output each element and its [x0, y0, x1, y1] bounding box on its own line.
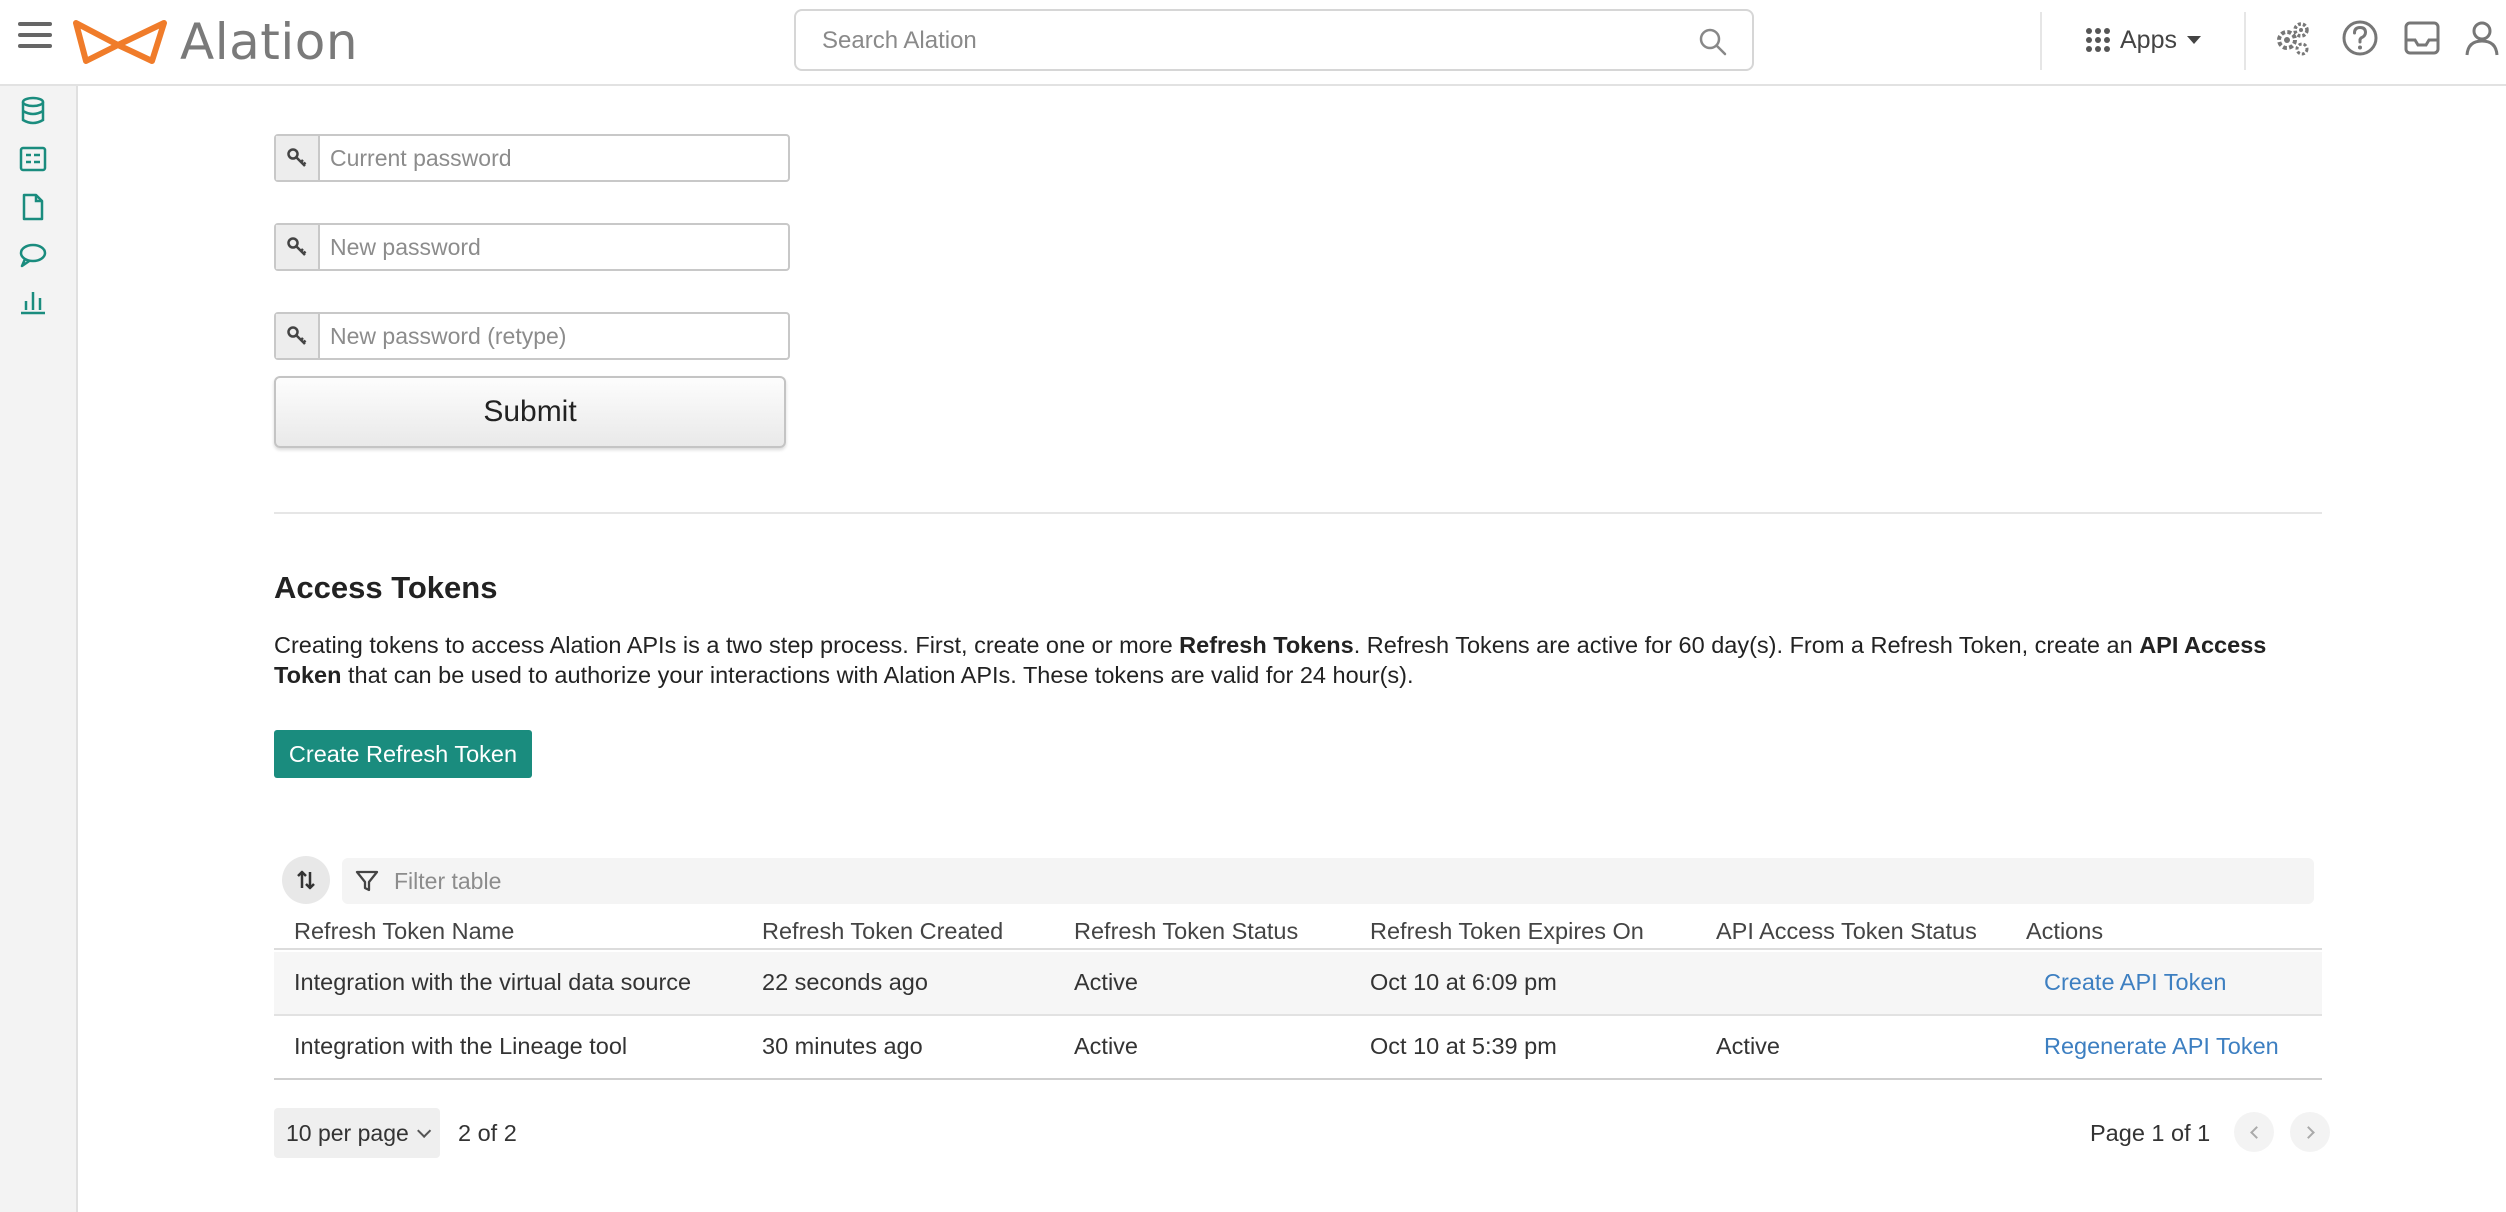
caret-down-icon: [2186, 36, 2201, 44]
catalog-table-icon[interactable]: [18, 144, 48, 174]
sort-icon[interactable]: [282, 856, 330, 904]
filter-funnel-icon: [355, 870, 379, 892]
user-profile-icon[interactable]: [2462, 18, 2502, 58]
logo-text: Alation: [180, 13, 359, 71]
apps-label: Apps: [2120, 25, 2177, 54]
create-refresh-token-button[interactable]: Create Refresh Token: [274, 730, 532, 778]
section-divider: [274, 512, 2322, 514]
column-header-actions: Actions: [2026, 918, 2104, 944]
header-divider: [2040, 12, 2042, 70]
table-row: Integration with the virtual data source…: [274, 952, 2322, 1016]
current-password-field[interactable]: [274, 134, 790, 182]
chevron-left-icon: [2249, 1125, 2263, 1139]
new-password-input[interactable]: [320, 225, 788, 269]
api-token-status: Active: [1716, 1033, 1780, 1059]
column-header-api-status[interactable]: API Access Token Status: [1716, 918, 1977, 945]
access-tokens-title: Access Tokens: [274, 570, 498, 605]
top-bar: Alation Apps: [0, 0, 2506, 86]
column-header-expires[interactable]: Refresh Token Expires On: [1370, 918, 1644, 945]
token-created: 22 seconds ago: [762, 969, 928, 995]
inbox-icon[interactable]: [2402, 18, 2442, 58]
key-icon: [276, 314, 320, 358]
access-tokens-description: Creating tokens to access Alation APIs i…: [274, 632, 2267, 688]
create-api-token-link[interactable]: Create API Token: [2044, 969, 2226, 996]
document-icon[interactable]: [18, 192, 48, 222]
token-name: Integration with the virtual data source: [294, 969, 692, 995]
filter-table-input[interactable]: [394, 866, 2194, 896]
token-status: Active: [1074, 1033, 1138, 1059]
key-icon: [276, 136, 320, 180]
column-header-name[interactable]: Refresh Token Name: [294, 918, 514, 945]
alation-logo-mark-icon: [73, 20, 167, 64]
token-expires: Oct 10 at 6:09 pm: [1370, 969, 1557, 995]
conversation-icon[interactable]: [18, 240, 48, 270]
row-count: 2 of 2: [458, 1120, 517, 1146]
global-search[interactable]: [794, 9, 1754, 71]
chevron-down-icon: [416, 1123, 431, 1138]
submit-button[interactable]: Submit: [274, 376, 786, 448]
retype-password-field[interactable]: [274, 312, 790, 360]
current-password-input[interactable]: [320, 136, 788, 180]
filter-table-box[interactable]: [342, 858, 2314, 904]
next-page-button[interactable]: [2290, 1112, 2330, 1152]
token-expires: Oct 10 at 5:39 pm: [1370, 1033, 1557, 1059]
settings-gears-icon[interactable]: [2272, 18, 2312, 58]
analytics-chart-icon[interactable]: [18, 286, 48, 316]
token-name: Integration with the Lineage tool: [294, 1033, 628, 1059]
retype-password-input[interactable]: [320, 314, 788, 358]
previous-page-button[interactable]: [2234, 1112, 2274, 1152]
page-info: Page 1 of 1: [2090, 1120, 2211, 1146]
per-page-select[interactable]: 10 per page: [274, 1108, 440, 1158]
table-row: Integration with the Lineage tool 30 min…: [274, 1016, 2322, 1080]
apps-menu-button[interactable]: Apps: [2086, 20, 2201, 60]
token-status: Active: [1074, 969, 1138, 995]
help-icon[interactable]: [2340, 18, 2380, 58]
main-content: Submit Access Tokens Creating tokens to …: [78, 86, 2506, 1212]
menu-icon[interactable]: [18, 22, 52, 52]
token-created: 30 minutes ago: [762, 1033, 923, 1059]
alation-logo[interactable]: Alation: [72, 13, 359, 71]
database-icon[interactable]: [18, 96, 48, 126]
column-header-created[interactable]: Refresh Token Created: [762, 918, 1003, 945]
search-input[interactable]: [822, 25, 1682, 57]
column-header-status[interactable]: Refresh Token Status: [1074, 918, 1298, 945]
regenerate-api-token-link[interactable]: Regenerate API Token: [2044, 1033, 2279, 1060]
chevron-right-icon: [2301, 1125, 2315, 1139]
new-password-field[interactable]: [274, 223, 790, 271]
left-sidebar: [0, 86, 78, 1212]
header-divider: [2244, 12, 2246, 70]
search-icon[interactable]: [1698, 27, 1728, 57]
pagination-bar: 10 per page 2 of 2 Page 1 of 1: [274, 1108, 2330, 1158]
table-toolbar: [274, 856, 2314, 904]
table-header: Refresh Token Name Refresh Token Created…: [274, 918, 2322, 950]
key-icon: [276, 225, 320, 269]
apps-grid-icon: [2086, 28, 2110, 52]
per-page-label: 10 per page: [286, 1119, 409, 1146]
